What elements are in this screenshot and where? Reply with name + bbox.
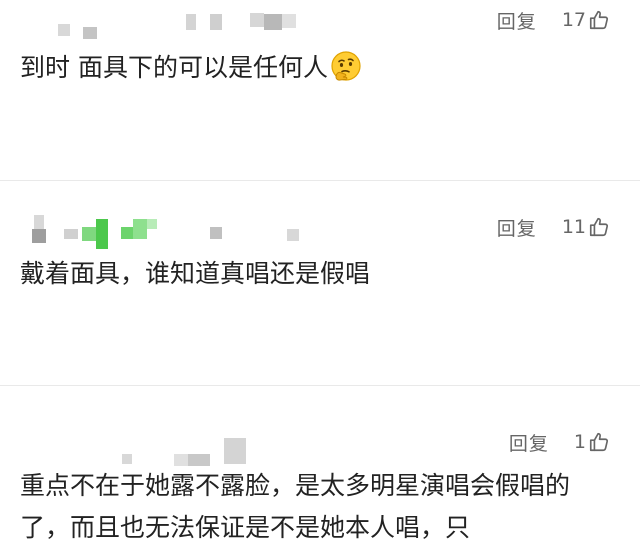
comment-actions: 回复 17 [497,5,610,35]
reply-button[interactable]: 回复 [497,214,537,241]
like-count: 11 [561,216,586,238]
blurred-username [0,0,300,45]
like-count: 17 [561,9,586,31]
comment-body: 到时 面具下的可以是任何人 [20,53,328,82]
comment-text: 到时 面具下的可以是任何人 [20,47,610,89]
thumbs-up-icon [588,431,610,453]
comment-body: 戴着面具，谁知道真唱还是假唱 [20,259,371,288]
blurred-username [0,420,300,466]
reply-button[interactable]: 回复 [497,7,537,34]
divider [0,180,640,181]
comment-text: 重点不在于她露不露脸，是太多明星演唱会假唱的了，而且也无法保证是不是她本人唱，只 [20,465,610,549]
thumbs-up-icon [588,216,610,238]
thinking-face-icon [330,50,362,82]
like-count: 1 [573,431,586,453]
divider [0,385,640,386]
like-button[interactable] [588,9,610,31]
blurred-username [0,205,310,250]
comment-body: 重点不在于她露不露脸，是太多明星演唱会假唱的了，而且也无法保证是不是她本人唱，只 [20,471,571,542]
like-button[interactable] [588,216,610,238]
comment-list: 回复 17 到时 面具下的可以是任何人 回复 11 戴着面具，谁知道真唱还是假唱… [0,0,640,555]
reply-button[interactable]: 回复 [509,429,549,456]
like-button[interactable] [588,431,610,453]
thumbs-up-icon [588,9,610,31]
comment-text: 戴着面具，谁知道真唱还是假唱 [20,253,610,295]
comment-actions: 回复 11 [497,212,610,242]
comment-actions: 回复 1 [509,427,610,457]
